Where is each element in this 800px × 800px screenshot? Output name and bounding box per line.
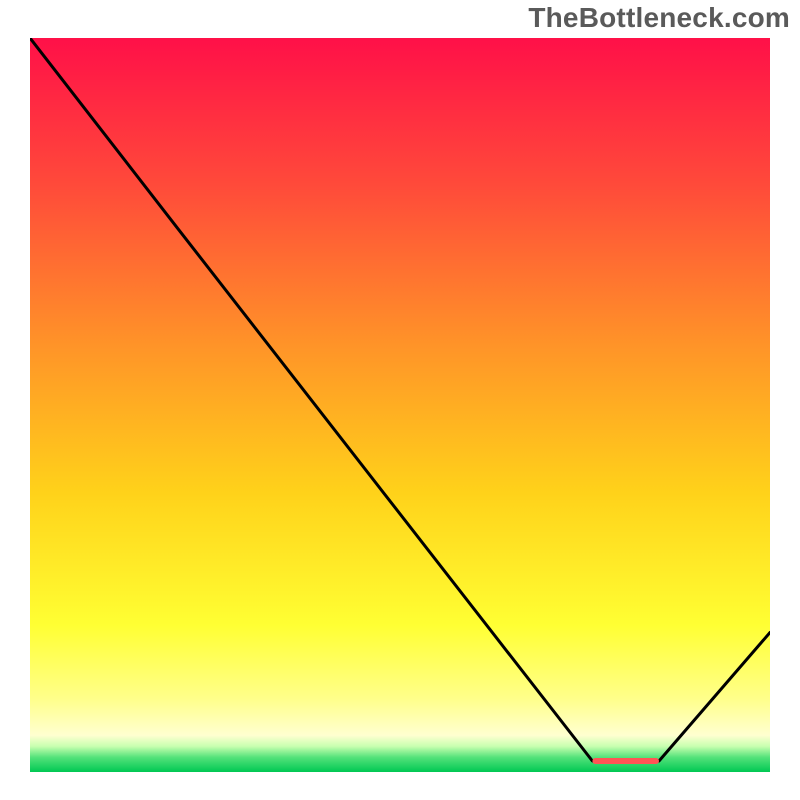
watermark-text: TheBottleneck.com bbox=[528, 2, 790, 34]
plot-area bbox=[30, 38, 770, 772]
chart-background bbox=[30, 38, 770, 772]
chart-stage: TheBottleneck.com bbox=[0, 0, 800, 800]
marker-segment bbox=[592, 758, 659, 764]
chart-svg bbox=[30, 38, 770, 772]
